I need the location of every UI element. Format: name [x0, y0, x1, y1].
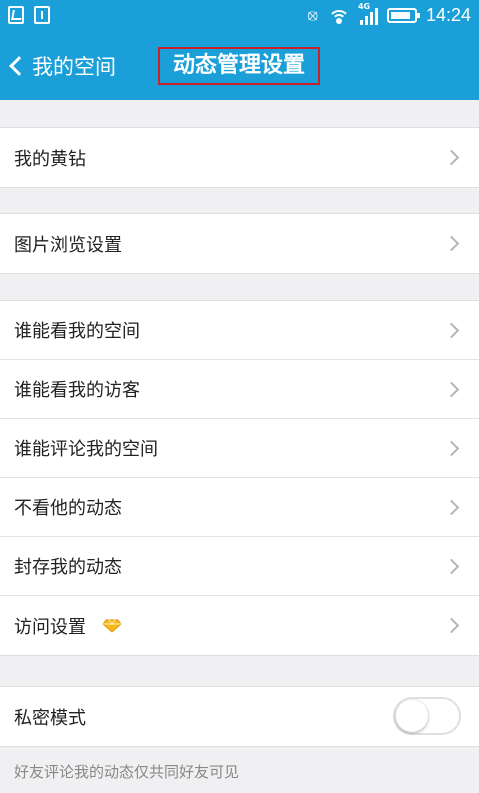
private-mode-footnote: 好友评论我的动态仅共同好友可见 [14, 763, 240, 781]
status-time: 14:24 [425, 4, 471, 25]
chevron-left-icon [9, 56, 29, 76]
yellow-diamond-icon [102, 619, 122, 633]
list-item-label: 我的黄钻 [14, 148, 86, 170]
network-type: 4G [357, 2, 371, 11]
list-item-who-can-see-space[interactable]: 谁能看我的空间 [0, 301, 479, 360]
status-bar: ⦻ 4G 14:24 [0, 0, 479, 32]
toggle-knob [396, 700, 428, 732]
settings-group-vip: 我的黄钻 [0, 127, 479, 188]
list-item-access-settings[interactable]: 访问设置 [0, 596, 479, 655]
private-mode-toggle[interactable] [393, 697, 461, 735]
chevron-right-icon [443, 235, 460, 252]
settings-group-photo: 图片浏览设置 [0, 213, 479, 274]
list-item-yellow-diamond[interactable]: 我的黄钻 [0, 128, 479, 187]
signal-icon: 4G [357, 2, 378, 25]
list-item-label: 私密模式 [14, 707, 86, 729]
back-label: 我的空间 [32, 55, 116, 79]
chevron-right-icon [443, 558, 460, 575]
chevron-right-icon [443, 440, 460, 457]
list-item-label: 封存我的动态 [14, 557, 122, 578]
chevron-right-icon [443, 381, 460, 398]
chevron-right-icon [443, 149, 460, 166]
list-item-hide-their-feed[interactable]: 不看他的动态 [0, 478, 479, 537]
list-item-label: 谁能看我的访客 [14, 380, 140, 401]
list-item-photo-browse-settings[interactable]: 图片浏览设置 [0, 214, 479, 273]
list-item-label: 不看他的动态 [14, 498, 122, 519]
list-item-label: 谁能评论我的空间 [14, 439, 158, 460]
settings-group-private-mode: 私密模式 [0, 686, 479, 747]
list-item-who-can-comment[interactable]: 谁能评论我的空间 [0, 419, 479, 478]
list-item-private-mode: 私密模式 [0, 687, 479, 746]
battery-icon [386, 7, 420, 23]
title-bar: 我的空间 动态管理设置 [0, 32, 479, 100]
list-item-who-can-see-visitors[interactable]: 谁能看我的访客 [0, 360, 479, 419]
list-item-label: 图片浏览设置 [14, 234, 122, 256]
vibrate-icon: ⦻ [307, 5, 318, 24]
list-item-label: 访问设置 [14, 616, 86, 638]
sim-icon [34, 6, 50, 24]
page-title: 动态管理设置 [158, 47, 320, 85]
chevron-right-icon [443, 617, 460, 634]
list-item-label: 谁能看我的空间 [14, 321, 140, 342]
back-button[interactable]: 我的空间 [6, 46, 116, 86]
image-icon [8, 6, 24, 24]
chevron-right-icon [443, 499, 460, 516]
chevron-right-icon [443, 322, 460, 339]
wifi-icon [327, 6, 351, 24]
list-item-archive-my-feed[interactable]: 封存我的动态 [0, 537, 479, 596]
settings-group-privacy: 谁能看我的空间 谁能看我的访客 谁能评论我的空间 不看他的动态 封存我的动态 访… [0, 300, 479, 656]
